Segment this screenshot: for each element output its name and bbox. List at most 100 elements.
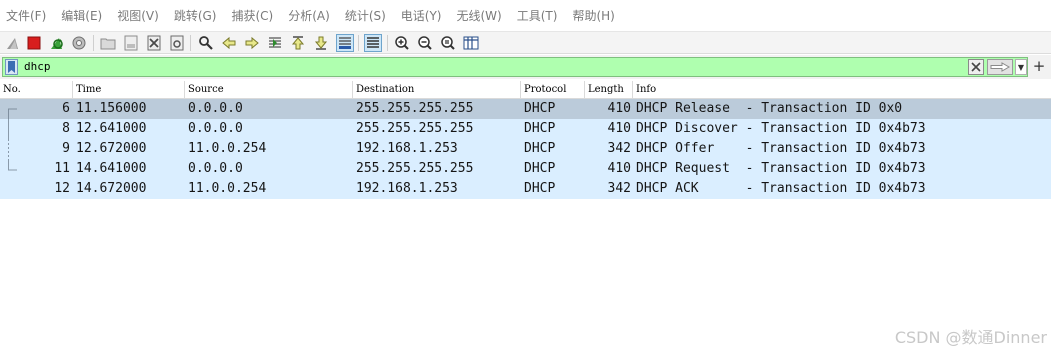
restart-capture-button[interactable] <box>48 34 66 52</box>
zoom-in-icon <box>395 36 409 50</box>
packet-info: DHCP Offer - Transaction ID 0x4b73 <box>636 141 926 156</box>
plus-icon: + <box>1032 57 1046 75</box>
open-file-button[interactable] <box>99 34 117 52</box>
packet-source: 0.0.0.0 <box>188 121 243 136</box>
auto-scroll-icon <box>339 37 351 49</box>
save-file-button[interactable] <box>122 34 140 52</box>
filter-bookmark-button[interactable] <box>5 59 18 75</box>
menu-tools[interactable]: 工具(T) <box>517 0 558 32</box>
packet-destination: 255.255.255.255 <box>356 161 474 176</box>
menu-help[interactable]: 帮助(H) <box>572 0 614 32</box>
normal-size-button[interactable] <box>439 34 457 52</box>
add-filter-button[interactable]: + <box>1031 57 1047 75</box>
menu-go[interactable]: 跳转(G) <box>174 0 217 32</box>
stop-icon <box>27 36 41 50</box>
find-packet-button[interactable] <box>197 34 215 52</box>
packet-time: 14.672000 <box>76 181 147 196</box>
filter-text: dhcp <box>24 60 51 73</box>
menu-telephony[interactable]: 电话(Y) <box>401 0 442 32</box>
packet-protocol: DHCP <box>524 141 556 156</box>
display-filter-input[interactable]: dhcp ▼ <box>2 57 1028 77</box>
apply-arrow-icon <box>990 62 1010 72</box>
reload-icon <box>170 35 184 51</box>
go-to-packet-button[interactable] <box>266 34 284 52</box>
packet-row[interactable]: 9 12.672000 11.0.0.254 192.168.1.253 DHC… <box>0 139 1051 159</box>
packet-no: 8 <box>62 121 70 136</box>
packet-source: 11.0.0.254 <box>188 141 267 156</box>
arrow-left-icon <box>222 36 236 50</box>
packet-no: 12 <box>54 181 70 196</box>
menu-view[interactable]: 视图(V) <box>117 0 159 32</box>
clear-icon <box>971 62 981 72</box>
packet-protocol: DHCP <box>524 121 556 136</box>
packet-length: 410 <box>607 161 631 176</box>
filter-apply-button[interactable] <box>987 59 1013 75</box>
packet-time: 12.672000 <box>76 141 147 156</box>
column-header-length[interactable]: Length <box>585 81 633 99</box>
menu-statistics[interactable]: 统计(S) <box>345 0 386 32</box>
resize-columns-button[interactable] <box>462 34 480 52</box>
packet-length: 410 <box>607 121 631 136</box>
packet-info: DHCP Discover - Transaction ID 0x4b73 <box>636 121 926 136</box>
packet-time: 12.641000 <box>76 121 147 136</box>
packet-no: 6 <box>62 101 70 116</box>
colorize-button[interactable] <box>364 34 382 52</box>
packet-length: 342 <box>607 181 631 196</box>
column-header-no[interactable]: No. <box>0 81 73 99</box>
zoom-out-icon <box>418 36 432 50</box>
restart-icon <box>51 38 63 49</box>
toolbar-separator <box>93 35 94 51</box>
packet-destination: 192.168.1.253 <box>356 181 458 196</box>
packet-row[interactable]: 6 11.156000 0.0.0.0 255.255.255.255 DHCP… <box>0 99 1051 119</box>
search-icon <box>199 36 213 50</box>
column-header-info[interactable]: Info <box>633 81 1051 99</box>
watermark: CSDN @数通Dinner <box>894 328 1047 347</box>
packet-row[interactable]: 11 14.641000 0.0.0.0 255.255.255.255 DHC… <box>0 159 1051 179</box>
zoom-out-button[interactable] <box>416 34 434 52</box>
resize-columns-icon <box>463 36 479 50</box>
zoom-in-button[interactable] <box>393 34 411 52</box>
menu-wireless[interactable]: 无线(W) <box>457 0 502 32</box>
chevron-down-icon: ▼ <box>1017 62 1025 72</box>
auto-scroll-button[interactable] <box>336 34 354 52</box>
go-forward-button[interactable] <box>243 34 261 52</box>
toolbar-separator <box>190 35 191 51</box>
packet-list-header: No. Time Source Destination Protocol Len… <box>0 81 1051 99</box>
start-capture-button[interactable] <box>4 34 22 52</box>
arrow-right-icon <box>245 36 259 50</box>
menu-analyze[interactable]: 分析(A) <box>288 0 330 32</box>
zoom-reset-icon <box>441 36 455 50</box>
stop-capture-button[interactable] <box>25 34 43 52</box>
column-header-source[interactable]: Source <box>185 81 353 99</box>
go-to-last-packet-button[interactable] <box>312 34 330 52</box>
folder-icon <box>100 38 116 50</box>
toolbar-separator <box>358 35 359 51</box>
colorize-icon <box>367 37 379 48</box>
packet-source: 11.0.0.254 <box>188 181 267 196</box>
packet-destination: 255.255.255.255 <box>356 121 474 136</box>
menu-bar: 文件(F) 编辑(E) 视图(V) 跳转(G) 捕获(C) 分析(A) 统计(S… <box>0 0 1051 32</box>
menu-edit[interactable]: 编辑(E) <box>61 0 102 32</box>
filter-dropdown-button[interactable]: ▼ <box>1015 59 1027 75</box>
column-header-time[interactable]: Time <box>73 81 185 99</box>
packet-destination: 255.255.255.255 <box>356 101 474 116</box>
column-header-protocol[interactable]: Protocol <box>521 81 585 99</box>
packet-row[interactable]: 12 14.672000 11.0.0.254 192.168.1.253 DH… <box>0 179 1051 199</box>
menu-capture[interactable]: 捕获(C) <box>231 0 273 32</box>
capture-options-button[interactable] <box>70 34 88 52</box>
packet-length: 410 <box>607 101 631 116</box>
arrow-up-icon <box>291 36 305 50</box>
packet-row[interactable]: 8 12.641000 0.0.0.0 255.255.255.255 DHCP… <box>0 119 1051 139</box>
menu-file[interactable]: 文件(F) <box>6 0 46 32</box>
reload-file-button[interactable] <box>168 34 186 52</box>
go-to-packet-icon <box>269 37 281 48</box>
packet-info: DHCP Request - Transaction ID 0x4b73 <box>636 161 926 176</box>
packet-length: 342 <box>607 141 631 156</box>
close-file-button[interactable] <box>145 34 163 52</box>
go-to-first-packet-button[interactable] <box>289 34 307 52</box>
packet-protocol: DHCP <box>524 101 556 116</box>
go-back-button[interactable] <box>220 34 238 52</box>
column-header-destination[interactable]: Destination <box>353 81 521 99</box>
packet-time: 11.156000 <box>76 101 147 116</box>
filter-clear-button[interactable] <box>968 59 984 75</box>
